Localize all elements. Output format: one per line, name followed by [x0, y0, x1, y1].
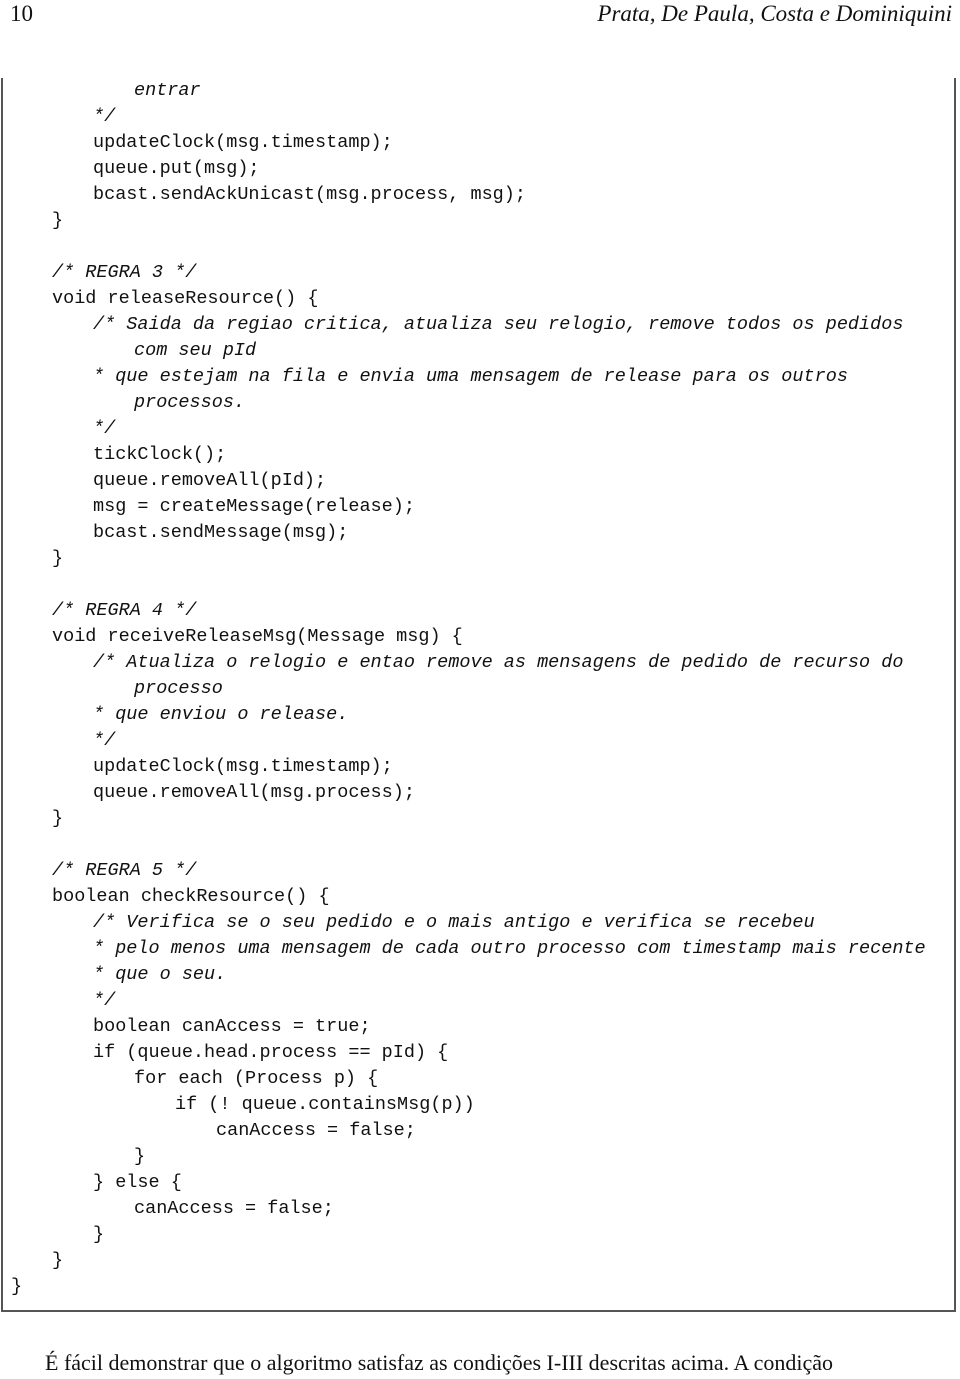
code-line: entrar — [134, 80, 201, 101]
code-line: * que enviou o release. — [93, 704, 349, 725]
code-line: queue.removeAll(msg.process); — [93, 782, 415, 803]
page-number: 10 — [10, 1, 33, 26]
code-line: } — [93, 1224, 105, 1245]
code-line: } — [134, 1146, 146, 1167]
code-line: canAccess = false; — [134, 1198, 334, 1219]
code-line: bcast.sendAckUnicast(msg.process, msg); — [93, 184, 526, 205]
code-line: com seu pId — [134, 340, 257, 361]
code-line: void releaseResource() { — [52, 288, 319, 309]
code-line: /* Atualiza o relogio e entao remove as … — [93, 652, 904, 673]
code-line: bcast.sendMessage(msg); — [93, 522, 349, 543]
code-line: canAccess = false; — [216, 1120, 416, 1141]
code-line: */ — [93, 418, 116, 439]
code-line: } — [52, 1250, 64, 1271]
code-line: updateClock(msg.timestamp); — [93, 756, 393, 777]
code-line: * que estejam na fila e envia uma mensag… — [93, 366, 848, 387]
code-line: /* REGRA 3 */ — [52, 262, 197, 283]
code-line: msg = createMessage(release); — [93, 496, 415, 517]
code-line: boolean canAccess = true; — [93, 1016, 371, 1037]
code-line: boolean checkResource() { — [52, 886, 330, 907]
code-line: tickClock(); — [93, 444, 227, 465]
code-line: * pelo menos uma mensagem de cada outro … — [93, 938, 926, 959]
code-line: queue.removeAll(pId); — [93, 470, 327, 491]
code-line: } — [11, 1276, 23, 1297]
code-line: if (queue.head.process == pId) { — [93, 1042, 449, 1063]
code-line: queue.put(msg); — [93, 158, 260, 179]
code-line: } else { — [93, 1172, 182, 1193]
code-line: updateClock(msg.timestamp); — [93, 132, 393, 153]
code-line: */ — [93, 730, 116, 751]
code-line: for each (Process p) { — [134, 1068, 379, 1089]
code-line: */ — [93, 990, 116, 1011]
code-line: /* Saida da regiao critica, atualiza seu… — [93, 314, 904, 335]
running-head-authors: Prata, De Paula, Costa e Dominiquini — [597, 1, 952, 26]
code-line: /* REGRA 5 */ — [52, 860, 197, 881]
code-line: * que o seu. — [93, 964, 227, 985]
code-line: } — [52, 808, 64, 829]
code-line: processos. — [134, 392, 246, 413]
code-line: } — [52, 548, 64, 569]
code-line: if (! queue.containsMsg(p)) — [175, 1094, 475, 1115]
code-line: } — [52, 210, 64, 231]
body-paragraph: É fácil demonstrar que o algoritmo satis… — [45, 1350, 834, 1375]
code-line: processo — [134, 678, 223, 699]
code-line: void receiveReleaseMsg(Message msg) { — [52, 626, 463, 647]
code-line: /* REGRA 4 */ — [52, 600, 197, 621]
code-line: /* Verifica se o seu pedido e o mais ant… — [93, 912, 815, 933]
code-listing-box: entrar */ updateClock(msg.timestamp); queue… — [1, 78, 956, 1312]
code-line: */ — [93, 106, 116, 127]
